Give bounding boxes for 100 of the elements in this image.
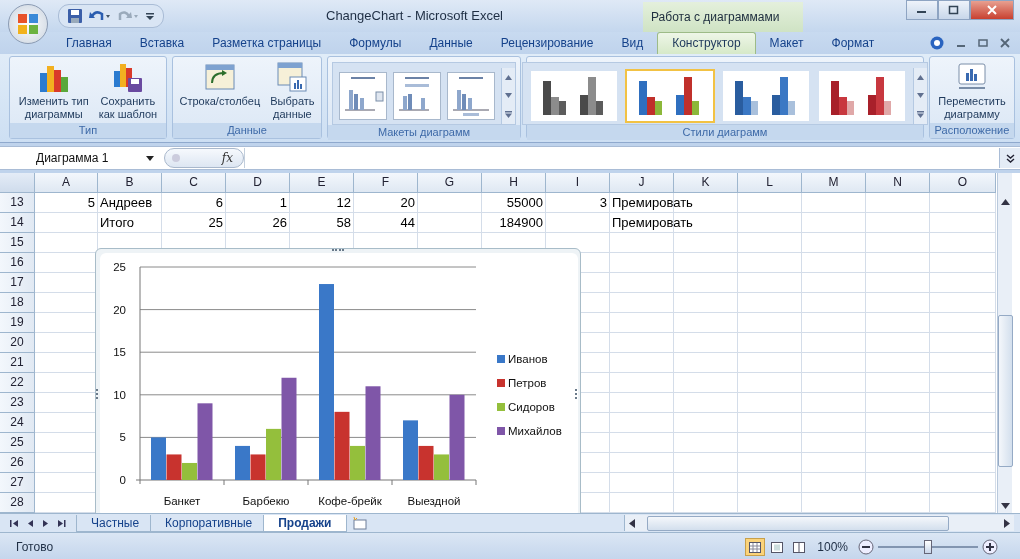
scroll-up-icon[interactable] xyxy=(1000,199,1010,205)
cell-text: 12 xyxy=(336,194,351,212)
column-header[interactable]: J xyxy=(610,173,674,193)
column-header[interactable]: B xyxy=(98,173,162,193)
chart-style-thumbnail[interactable] xyxy=(529,69,619,123)
vertical-scrollbar[interactable] xyxy=(997,173,1012,513)
column-header[interactable]: O xyxy=(930,173,996,193)
expand-gallery-icon[interactable] xyxy=(505,110,512,118)
ribbon-tab[interactable]: Рецензирование xyxy=(486,33,608,54)
row-header[interactable]: 17 xyxy=(0,273,35,293)
column-header[interactable]: C xyxy=(162,173,226,193)
chart-frame[interactable]: 0 5 10 15 20 25 Банкет Барбекю Кофе-брейк Выездной Иванов Петров Сидоров Михайлов xyxy=(95,248,581,513)
row-header[interactable]: 13 xyxy=(0,193,35,213)
chart-style-thumbnail[interactable] xyxy=(817,69,907,123)
table-cell xyxy=(802,273,866,293)
table-cell xyxy=(802,253,866,273)
table-cell xyxy=(930,293,996,313)
scroll-down-icon[interactable] xyxy=(1000,503,1010,509)
ribbon-button[interactable]: Изменить тип диаграммы xyxy=(16,60,91,122)
ribbon-tab[interactable]: Вид xyxy=(607,33,658,54)
maximize-button[interactable] xyxy=(938,0,970,20)
ribbon-tab[interactable]: Конструктор xyxy=(657,32,756,54)
first-sheet-icon[interactable] xyxy=(10,518,19,528)
row-header[interactable]: 25 xyxy=(0,433,35,453)
zoom-in-icon[interactable] xyxy=(982,539,998,555)
slider-thumb[interactable] xyxy=(924,540,932,554)
ribbon-button[interactable]: Выбрать данные xyxy=(268,60,317,122)
new-sheet-icon[interactable] xyxy=(350,516,367,530)
expand-gallery-icon[interactable] xyxy=(917,110,924,118)
layout-thumbnail[interactable] xyxy=(339,72,387,120)
scroll-left-icon[interactable] xyxy=(628,518,635,528)
column-header[interactable]: K xyxy=(674,173,738,193)
column-header[interactable]: N xyxy=(866,173,930,193)
scroll-thumb[interactable] xyxy=(646,515,949,531)
ribbon-tab[interactable]: Главная xyxy=(52,33,126,54)
cell-text: 5 xyxy=(87,194,95,212)
column-header[interactable]: E xyxy=(290,173,354,193)
ribbon-button[interactable]: Сохранить как шаблон xyxy=(96,60,160,122)
close-button[interactable] xyxy=(970,0,1014,20)
row-header[interactable]: 15 xyxy=(0,233,35,253)
row-header[interactable]: 28 xyxy=(0,493,35,513)
zoom-out-icon[interactable] xyxy=(858,539,874,555)
row-header[interactable]: 18 xyxy=(0,293,35,313)
row-header[interactable]: 14 xyxy=(0,213,35,233)
group-label: Расположение xyxy=(930,123,1014,138)
column-header[interactable]: H xyxy=(482,173,546,193)
table-cell xyxy=(866,413,930,433)
column-header[interactable]: D xyxy=(226,173,290,193)
close-icon[interactable] xyxy=(1000,38,1010,48)
insert-function-button[interactable]: fx xyxy=(221,151,233,165)
column-header[interactable]: M xyxy=(802,173,866,193)
gallery-scrollbar[interactable] xyxy=(501,68,515,124)
ribbon-tab[interactable]: Разметка страницы xyxy=(198,33,336,54)
layout-thumbnail[interactable] xyxy=(393,72,441,120)
scroll-thumb[interactable] xyxy=(997,315,1013,467)
column-header[interactable]: I xyxy=(546,173,610,193)
sheet-tab[interactable]: Продажи xyxy=(263,514,347,532)
name-box[interactable]: Диаграмма 1 xyxy=(10,151,160,165)
office-button[interactable] xyxy=(8,4,48,44)
ribbon-tab[interactable]: Формат xyxy=(817,33,889,54)
ribbon-tab[interactable]: Вставка xyxy=(125,33,199,54)
ribbon-tab[interactable]: Формулы xyxy=(335,33,416,54)
horizontal-scrollbar[interactable] xyxy=(623,515,1014,531)
restore-icon[interactable] xyxy=(978,38,988,48)
column-header[interactable]: G xyxy=(418,173,482,193)
resize-handle[interactable] xyxy=(96,389,101,399)
table-cell xyxy=(610,453,674,473)
resize-handle[interactable] xyxy=(332,249,344,254)
save-icon[interactable] xyxy=(67,8,83,24)
last-sheet-icon[interactable] xyxy=(57,518,66,528)
row-header[interactable]: 26 xyxy=(0,453,35,473)
view-button[interactable] xyxy=(745,538,766,556)
ribbon-button[interactable]: Переместить диаграмму xyxy=(936,60,1008,122)
row-header[interactable]: 24 xyxy=(0,413,35,433)
row-header[interactable]: 23 xyxy=(0,393,35,413)
customize-menu-icon[interactable] xyxy=(145,10,155,22)
zoom-level[interactable]: 100% xyxy=(817,540,848,554)
layout-thumbnail[interactable] xyxy=(447,72,495,120)
gallery-scrollbar[interactable] xyxy=(913,68,927,124)
column-header[interactable]: F xyxy=(354,173,418,193)
help-icon[interactable] xyxy=(930,36,944,50)
scroll-right-icon[interactable] xyxy=(1003,518,1010,528)
row-header[interactable]: 21 xyxy=(0,353,35,373)
expand-button[interactable] xyxy=(999,148,1020,168)
chart-style-thumbnail[interactable] xyxy=(721,69,811,123)
row-header[interactable]: 22 xyxy=(0,373,35,393)
resize-handle[interactable] xyxy=(575,389,580,399)
ribbon-tab[interactable]: Макет xyxy=(755,33,818,54)
row-header[interactable]: 20 xyxy=(0,333,35,353)
next-sheet-icon[interactable] xyxy=(42,518,49,528)
column-header[interactable]: A xyxy=(35,173,98,193)
row-header[interactable]: 27 xyxy=(0,473,35,493)
row-header[interactable]: 16 xyxy=(0,253,35,273)
minimize-button[interactable] xyxy=(906,0,938,20)
chart-style-thumbnail[interactable] xyxy=(625,69,715,123)
ribbon-tab[interactable]: Данные xyxy=(415,33,487,54)
column-header[interactable]: L xyxy=(738,173,802,193)
ribbon-button[interactable]: Строка/столбец xyxy=(177,60,263,109)
row-header[interactable]: 19 xyxy=(0,313,35,333)
previous-sheet-icon[interactable] xyxy=(27,518,34,528)
